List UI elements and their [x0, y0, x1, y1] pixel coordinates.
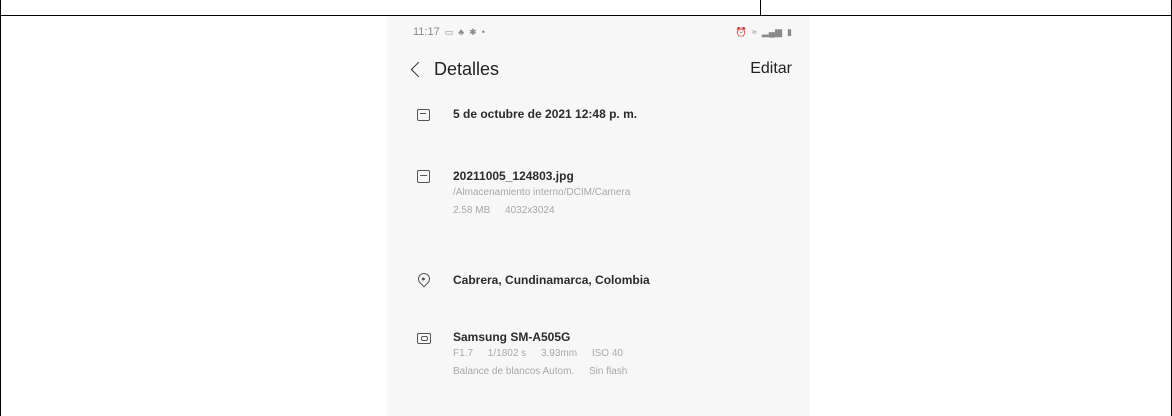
table-border-left	[0, 16, 1, 416]
image-icon	[415, 168, 433, 186]
flash: Sin flash	[588, 366, 628, 377]
calendar-icon	[415, 106, 433, 124]
table-cell-top-right	[761, 0, 1172, 16]
camera-extra: Balance de blancos Autom. Sin flash	[453, 363, 792, 381]
location-text: Cabrera, Cundinamarca, Colombia	[453, 273, 650, 287]
location-row: Cabrera, Cundinamarca, Colombia	[415, 270, 792, 290]
signal-icon: ▂▄▆	[761, 27, 783, 37]
dot-icon: •	[481, 27, 485, 37]
camera-settings: F1.7 1/1802 s 3.93mm ISO 40	[453, 345, 792, 363]
file-info: 2.58 MB 4032x3024	[453, 202, 792, 220]
focal-length: 3.93mm	[540, 348, 578, 359]
phone-screenshot: 11:17 ▭ ♣ ✱ • ⏰ ≈ ▂▄▆ ▮ Detalles Editar …	[387, 16, 810, 416]
status-bar: 11:17 ▭ ♣ ✱ • ⏰ ≈ ▂▄▆ ▮	[413, 24, 792, 40]
edit-button[interactable]: Editar	[750, 60, 792, 78]
file-size: 2.58 MB	[453, 205, 491, 216]
aperture: F1.7	[453, 348, 474, 359]
file-name: 20211005_124803.jpg	[453, 169, 574, 183]
page-title: Detalles	[434, 58, 500, 79]
date-row: 5 de octubre de 2021 12:48 p. m.	[415, 106, 792, 124]
file-path: /Almacenamiento interno/DCIM/Camera	[453, 187, 631, 198]
camera-row: Samsung SM-A505G F1.7 1/1802 s 3.93mm IS…	[415, 329, 792, 381]
status-time: 11:17	[413, 26, 440, 38]
device-name: Samsung SM-A505G	[453, 330, 571, 344]
vpn-icon: ✱	[469, 27, 477, 37]
date-text: 5 de octubre de 2021 12:48 p. m.	[453, 107, 638, 121]
file-resolution: 4032x3024	[505, 205, 555, 216]
screenshot-icon: ▭	[444, 27, 454, 37]
wifi-icon: ≈	[751, 27, 757, 37]
white-balance: Balance de blancos Autom.	[453, 366, 575, 377]
camera-icon	[415, 329, 433, 347]
iso: ISO 40	[591, 348, 623, 359]
shutter-speed: 1/1802 s	[487, 348, 527, 359]
notification-icon: ♣	[458, 27, 465, 37]
table-cell-top-left	[0, 0, 761, 16]
location-pin-icon	[415, 270, 433, 290]
back-button[interactable]: Detalles	[409, 59, 499, 80]
alarm-icon: ⏰	[735, 27, 747, 37]
battery-icon: ▮	[787, 27, 792, 37]
file-row: 20211005_124803.jpg /Almacenamiento inte…	[415, 168, 792, 220]
app-header: Detalles Editar	[409, 54, 792, 84]
chevron-left-icon	[410, 61, 427, 77]
